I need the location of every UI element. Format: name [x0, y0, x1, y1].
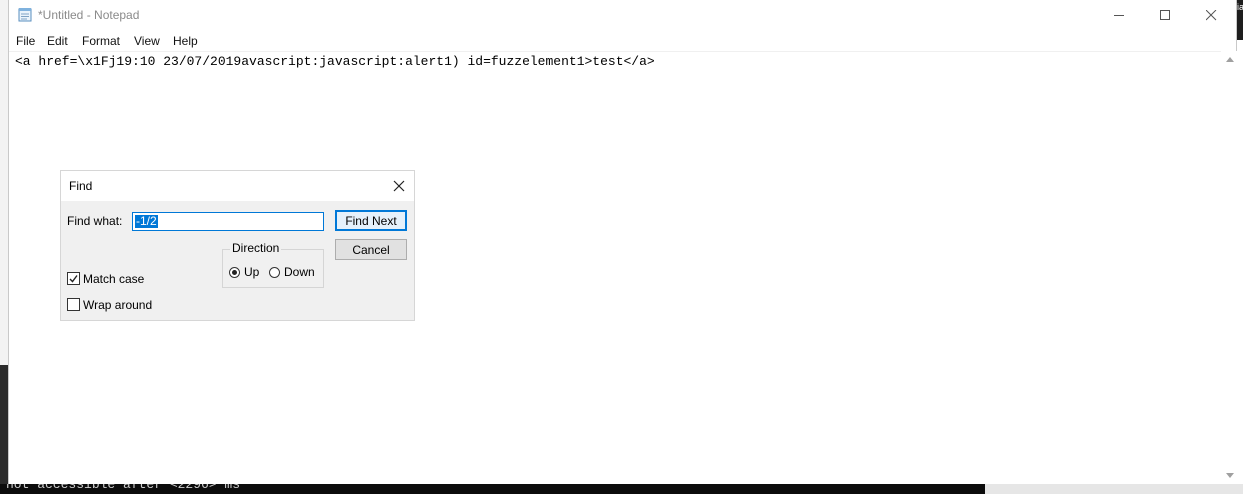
- menu-bar: File Edit Format View Help: [9, 32, 1236, 50]
- background-terminal-text: not accessible after <2296> ms: [6, 484, 241, 492]
- find-dialog: Find Find what: -1/2 Find Next Cancel Di…: [60, 170, 415, 321]
- menu-help[interactable]: Help: [173, 34, 198, 48]
- wrap-around-label[interactable]: Wrap around: [83, 298, 152, 312]
- menu-edit[interactable]: Edit: [47, 34, 68, 48]
- find-next-button[interactable]: Find Next: [335, 210, 407, 231]
- background-window-text: ia: [1237, 2, 1243, 12]
- match-case-checkbox[interactable]: [67, 272, 80, 285]
- scroll-up-icon: [1225, 57, 1234, 62]
- find-dialog-titlebar[interactable]: Find: [61, 171, 414, 201]
- maximize-button[interactable]: [1142, 0, 1188, 31]
- checkmark-icon: [69, 275, 78, 283]
- direction-up-radio[interactable]: [229, 267, 240, 278]
- minimize-button[interactable]: [1096, 0, 1142, 31]
- menu-format[interactable]: Format: [82, 34, 120, 48]
- window-title: *Untitled - Notepad: [38, 8, 140, 22]
- background-terminal-edge: [0, 365, 8, 494]
- dialog-close-button[interactable]: [390, 177, 408, 195]
- direction-down-label[interactable]: Down: [284, 265, 315, 279]
- dialog-close-icon: [393, 180, 405, 192]
- direction-label: Direction: [230, 241, 282, 255]
- match-case-label[interactable]: Match case: [83, 272, 144, 286]
- notepad-icon: [18, 7, 32, 22]
- menu-view[interactable]: View: [134, 34, 160, 48]
- scroll-down-button[interactable]: [1221, 467, 1238, 484]
- close-button[interactable]: [1188, 0, 1234, 31]
- scroll-up-button[interactable]: [1221, 51, 1238, 68]
- scroll-down-icon: [1225, 473, 1234, 478]
- menu-file[interactable]: File: [16, 34, 35, 48]
- title-bar[interactable]: *Untitled - Notepad: [9, 0, 1236, 31]
- find-what-label: Find what:: [67, 214, 123, 228]
- direction-up-label[interactable]: Up: [244, 265, 259, 279]
- minimize-icon: [1113, 15, 1124, 16]
- background-terminal: not accessible after <2296> ms: [0, 484, 985, 494]
- direction-down-radio[interactable]: [269, 267, 280, 278]
- cancel-button[interactable]: Cancel: [335, 239, 407, 260]
- find-what-input[interactable]: -1/2: [132, 212, 324, 231]
- wrap-around-checkbox[interactable]: [67, 298, 80, 311]
- editor-content[interactable]: <a href=\x1Fj19:10 23/07/2019avascript:j…: [15, 54, 655, 69]
- find-dialog-title: Find: [69, 179, 93, 193]
- direction-group: Direction Up Down: [222, 241, 324, 288]
- close-icon: [1205, 10, 1216, 21]
- vertical-scrollbar[interactable]: [1221, 51, 1238, 484]
- background-taskbar-area: [985, 484, 1243, 494]
- background-window-edge: ia: [1237, 0, 1243, 40]
- maximize-icon: [1159, 10, 1170, 20]
- find-what-value[interactable]: -1/2: [135, 215, 158, 228]
